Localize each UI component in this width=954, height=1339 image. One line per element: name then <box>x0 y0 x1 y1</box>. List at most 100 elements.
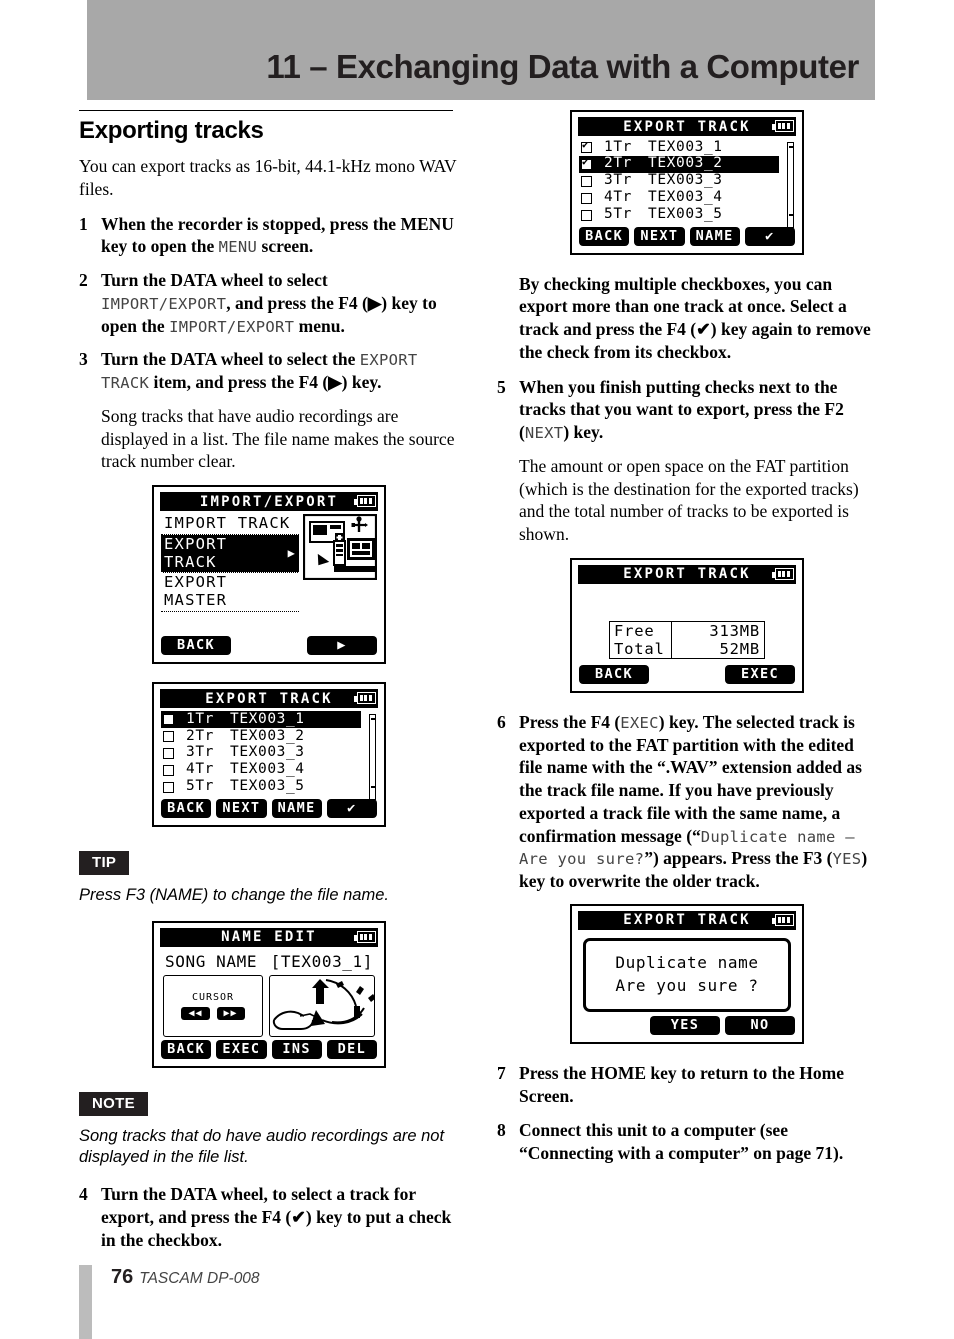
step-2-text: Turn the DATA wheel to select IMPORT/EXP… <box>101 269 459 337</box>
tip-text: Press F3 (NAME) to change the file name. <box>79 885 389 904</box>
track-checkbox[interactable] <box>163 730 174 742</box>
battery-icon <box>354 930 376 943</box>
track-number: 5Tr <box>186 778 214 795</box>
step-6-lcd-yes: YES <box>832 850 862 869</box>
softkey-f3-ins[interactable]: INS <box>271 1039 322 1059</box>
track-checkbox[interactable] <box>163 747 174 759</box>
step-3-number: 3 <box>79 349 88 370</box>
table-row[interactable]: 2Tr TEX003_2 <box>579 155 779 173</box>
softkey-f4-del[interactable]: DEL <box>326 1039 377 1059</box>
track-checkbox[interactable] <box>581 192 592 204</box>
track-number: 2Tr <box>604 155 632 172</box>
lcd-body: 1Tr TEX003_1 2Tr TEX003_2 3Tr TEX003_3 4… <box>160 708 378 820</box>
track-file-name: TEX003_4 <box>230 761 305 778</box>
cursor-control-group: CURSOR ◀◀ ▶▶ <box>163 974 263 1037</box>
section-intro: You can export tracks as 16-bit, 44.1-kH… <box>79 156 457 199</box>
menu-item-label: EXPORT TRACK <box>164 534 228 571</box>
softkey-f3-name[interactable]: NAME <box>271 798 322 818</box>
track-checkbox[interactable] <box>581 158 592 170</box>
lcd-figure-duplicate-name-dialog: EXPORT TRACK Duplicate name Are you sure… <box>570 903 804 1045</box>
note-text: Song tracks that do have audio recording… <box>79 1126 445 1167</box>
table-row[interactable]: 4Tr TEX003_4 <box>161 761 361 779</box>
softkey-f1-back[interactable]: BACK <box>579 226 630 246</box>
capacity-table: Free 313MB Total 52MB <box>609 620 765 659</box>
lcd-body: IMPORT TRACK EXPORT TRACK ▶ EXPORT MASTE… <box>160 511 378 657</box>
track-checkbox[interactable] <box>581 175 592 187</box>
table-row[interactable]: 5Tr TEX003_5 <box>161 778 361 796</box>
softkey-f4-no[interactable]: NO <box>725 1016 795 1036</box>
product-model: TASCAM DP-008 <box>139 1270 260 1287</box>
softkey-f2-exec[interactable]: EXEC <box>216 1039 267 1059</box>
chevron-right-icon: ▶ <box>287 545 296 560</box>
cursor-right-button[interactable]: ▶▶ <box>216 1006 245 1020</box>
step-8-text: Connect this unit to a computer (see “Co… <box>519 1119 844 1163</box>
track-checkbox[interactable] <box>163 764 174 776</box>
table-row[interactable]: 3Tr TEX003_3 <box>579 172 779 190</box>
lcd-titlebar: NAME EDIT <box>160 927 378 947</box>
step-8: 8 Connect this unit to a computer (see “… <box>497 1119 877 1165</box>
table-row[interactable]: 5Tr TEX003_5 <box>579 206 779 224</box>
softkey-f3-yes[interactable]: YES <box>650 1016 720 1036</box>
table-row[interactable]: 2Tr TEX003_2 <box>161 728 361 745</box>
footer-text: 76 TASCAM DP-008 <box>111 1266 260 1289</box>
track-file-name: TEX003_2 <box>648 155 723 172</box>
softkey-f1-back[interactable]: BACK <box>161 636 231 656</box>
step-1: 1 When the recorder is stopped, press th… <box>79 213 459 259</box>
song-name-field[interactable]: SONG NAME [TEX003_1] <box>161 950 377 975</box>
step-3-text: Turn the DATA wheel to select the EXPORT… <box>101 348 459 394</box>
softkey-f4-exec[interactable]: EXEC <box>725 664 795 684</box>
track-checkbox[interactable] <box>581 209 592 221</box>
battery-icon <box>354 692 376 705</box>
track-checkbox[interactable] <box>163 714 174 726</box>
table-row[interactable]: 3Tr TEX003_3 <box>161 744 361 762</box>
track-number: 2Tr <box>186 727 214 744</box>
track-file-name: TEX003_1 <box>648 138 723 155</box>
cursor-left-button[interactable]: ◀◀ <box>181 1006 210 1020</box>
lcd-softkey-row: BACK NEXT NAME ✔ <box>161 798 377 818</box>
lcd-title-text: EXPORT TRACK <box>623 566 751 583</box>
battery-icon <box>772 567 794 580</box>
step-6-text-a: Press the F4 ( <box>519 711 621 732</box>
step-2-lcd-importexport-2: IMPORT/EXPORT <box>169 317 295 336</box>
track-checkbox[interactable] <box>581 141 592 153</box>
table-row[interactable]: 4Tr TEX003_4 <box>579 189 779 207</box>
page-number: 76 <box>111 1266 134 1288</box>
name-edit-controls: CURSOR ◀◀ ▶▶ <box>163 974 375 1037</box>
softkey-f1-back[interactable]: BACK <box>579 664 649 684</box>
lcd-body: 1Tr TEX003_1 2Tr TEX003_2 3Tr TEX003_3 4… <box>578 136 796 248</box>
track-file-name: TEX003_4 <box>648 189 723 206</box>
tip-badge: TIP <box>79 850 130 875</box>
capacity-key: Total <box>610 639 672 658</box>
lcd-figure-export-track-list-checked: EXPORT TRACK 1Tr TEX003_1 2Tr TEX003_2 3… <box>570 110 804 255</box>
track-checkbox[interactable] <box>163 781 174 793</box>
menu-item-export-track[interactable]: EXPORT TRACK ▶ <box>161 534 299 574</box>
softkey-f4-check[interactable]: ✔ <box>326 798 377 818</box>
scrollbar[interactable] <box>369 714 376 801</box>
cursor-label: CURSOR <box>191 991 235 1003</box>
step-6-text: Press the F4 (EXEC) key. The selected tr… <box>519 711 877 893</box>
lcd-title-text: NAME EDIT <box>221 929 317 946</box>
step-3: 3 Turn the DATA wheel to select the EXPO… <box>79 348 459 394</box>
softkey-f1-back[interactable]: BACK <box>161 1039 212 1059</box>
step-5: 5 When you finish putting checks next to… <box>497 376 877 444</box>
table-row[interactable]: 1Tr TEX003_1 <box>161 711 361 728</box>
chapter-title: 11 – Exchanging Data with a Computer <box>266 48 859 85</box>
softkey-f4-enter[interactable]: ▶ <box>307 636 377 656</box>
menu-item-import-track[interactable]: IMPORT TRACK <box>161 514 299 535</box>
capacity-value: 52MB <box>719 639 760 658</box>
scrollbar[interactable] <box>787 142 794 228</box>
softkey-f4-check[interactable]: ✔ <box>744 226 795 246</box>
softkey-f2-next[interactable]: NEXT <box>216 798 267 818</box>
track-file-name: TEX003_5 <box>230 778 305 795</box>
menu-item-export-master[interactable]: EXPORT MASTER <box>161 573 299 613</box>
track-file-name: TEX003_1 <box>230 710 305 727</box>
lcd-figure-export-track-list-unchecked: EXPORT TRACK 1Tr TEX003_1 2Tr TEX003_2 3… <box>152 682 386 827</box>
table-row[interactable]: 1Tr TEX003_1 <box>579 139 779 156</box>
battery-icon <box>772 120 794 132</box>
step-6: 6 Press the F4 (EXEC) key. The selected … <box>497 711 877 893</box>
lcd-body: SONG NAME [TEX003_1] CURSOR ◀◀ ▶▶ BACK E… <box>160 947 378 1061</box>
softkey-f3-name[interactable]: NAME <box>689 226 740 246</box>
softkey-f2-next[interactable]: NEXT <box>634 226 685 246</box>
step-5-text-b: ) key. <box>563 422 604 443</box>
softkey-f1-back[interactable]: BACK <box>161 798 212 818</box>
